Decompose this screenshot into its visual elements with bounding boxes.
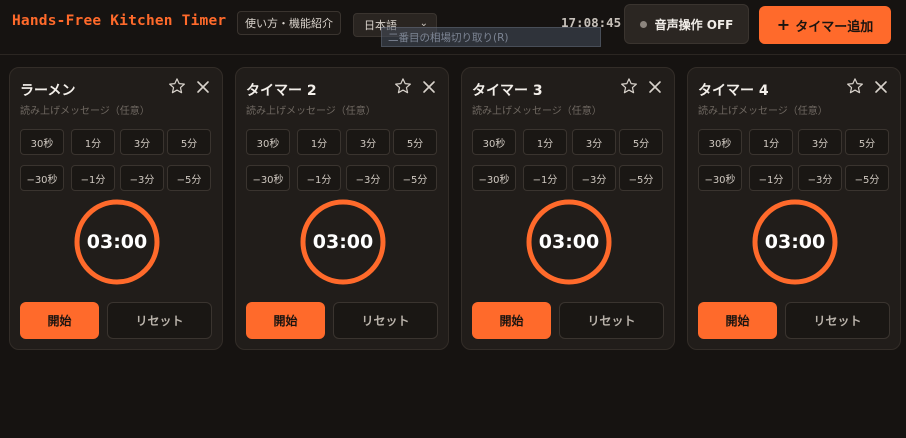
add-timer-label: タイマー追加 (795, 19, 874, 35)
preset-subtract-button[interactable]: −3分 (346, 165, 390, 191)
timer-name: タイマー 2 (246, 83, 317, 99)
preset-subtract-button[interactable]: −30秒 (20, 165, 64, 191)
start-button[interactable]: 開始 (472, 302, 551, 339)
preset-subtract-button[interactable]: −5分 (393, 165, 437, 191)
preset-subtract-button[interactable]: −30秒 (246, 165, 290, 191)
tooltip: 二番目の相場切り取り(R) (381, 27, 601, 47)
voice-control-label: 音声操作 OFF (654, 17, 734, 32)
time-display: 03:00 (764, 231, 826, 253)
preset-subtract-button[interactable]: −1分 (71, 165, 115, 191)
timer-name: タイマー 4 (698, 83, 769, 99)
time-display: 03:00 (312, 231, 374, 253)
close-icon[interactable] (196, 80, 210, 94)
preset-add-button[interactable]: 30秒 (472, 129, 516, 155)
message-input[interactable] (698, 103, 888, 119)
message-input[interactable] (472, 103, 662, 119)
preset-add-button[interactable]: 1分 (71, 129, 115, 155)
timer-card: タイマー 4 30秒 1分3分5分 −30秒 −1分−3分−5分 03:00 開始リセット (687, 67, 901, 350)
preset-subtract-button[interactable]: −30秒 (472, 165, 516, 191)
timer-card: タイマー 2 30秒 1分3分5分 −30秒 −1分−3分−5分 03:00 開始リセット (235, 67, 449, 350)
preset-subtract-button[interactable]: −5分 (845, 165, 889, 191)
app-header: Hands-Free Kitchen Timer 使い方・機能紹介 日本語 ⌄ … (0, 0, 906, 55)
timer-card: タイマー 3 30秒 1分3分5分 −30秒 −1分−3分−5分 03:00 開始リセット (461, 67, 675, 350)
preset-add-button[interactable]: 30秒 (698, 129, 742, 155)
preset-subtract-button[interactable]: −1分 (297, 165, 341, 191)
preset-add-button[interactable]: 1分 (749, 129, 793, 155)
preset-add-button[interactable]: 5分 (393, 129, 437, 155)
close-icon[interactable] (648, 80, 662, 94)
message-input[interactable] (246, 103, 436, 119)
star-icon[interactable] (394, 77, 412, 95)
start-button[interactable]: 開始 (20, 302, 99, 339)
reset-button[interactable]: リセット (785, 302, 890, 339)
preset-subtract-button[interactable]: −3分 (120, 165, 164, 191)
preset-subtract-button[interactable]: −3分 (798, 165, 842, 191)
preset-subtract-button[interactable]: −5分 (619, 165, 663, 191)
voice-control-toggle[interactable]: 音声操作 OFF (624, 4, 749, 44)
timer-name: タイマー 3 (472, 83, 543, 99)
preset-add-button[interactable]: 3分 (572, 129, 616, 155)
time-display: 03:00 (538, 231, 600, 253)
preset-subtract-button[interactable]: −1分 (749, 165, 793, 191)
status-dot-icon (639, 20, 647, 28)
clock: 17:08:45 (561, 15, 622, 30)
preset-add-button[interactable]: 5分 (845, 129, 889, 155)
star-icon[interactable] (168, 77, 186, 95)
preset-add-button[interactable]: 3分 (120, 129, 164, 155)
preset-add-button[interactable]: 5分 (619, 129, 663, 155)
timer-name: ラーメン (20, 83, 76, 99)
preset-add-button[interactable]: 3分 (798, 129, 842, 155)
message-input[interactable] (20, 103, 210, 119)
preset-add-button[interactable]: 30秒 (246, 129, 290, 155)
plus-icon: + (776, 15, 791, 34)
preset-add-button[interactable]: 5分 (167, 129, 211, 155)
preset-add-button[interactable]: 1分 (297, 129, 341, 155)
reset-button[interactable]: リセット (559, 302, 664, 339)
add-timer-button[interactable]: + タイマー追加 (759, 6, 891, 44)
close-icon[interactable] (874, 80, 888, 94)
preset-add-button[interactable]: 3分 (346, 129, 390, 155)
preset-subtract-button[interactable]: −1分 (523, 165, 567, 191)
start-button[interactable]: 開始 (246, 302, 325, 339)
preset-subtract-button[interactable]: −3分 (572, 165, 616, 191)
preset-add-button[interactable]: 30秒 (20, 129, 64, 155)
timer-card: ラーメン 30秒 1分3分5分 −30秒 −1分−3分−5分 03:00 開始リセット (9, 67, 223, 350)
preset-subtract-button[interactable]: −30秒 (698, 165, 742, 191)
start-button[interactable]: 開始 (698, 302, 777, 339)
help-button[interactable]: 使い方・機能紹介 (237, 11, 341, 35)
star-icon[interactable] (620, 77, 638, 95)
reset-button[interactable]: リセット (107, 302, 212, 339)
time-display: 03:00 (86, 231, 148, 253)
reset-button[interactable]: リセット (333, 302, 438, 339)
app-title: Hands-Free Kitchen Timer (12, 13, 227, 29)
preset-add-button[interactable]: 1分 (523, 129, 567, 155)
close-icon[interactable] (422, 80, 436, 94)
star-icon[interactable] (846, 77, 864, 95)
preset-subtract-button[interactable]: −5分 (167, 165, 211, 191)
